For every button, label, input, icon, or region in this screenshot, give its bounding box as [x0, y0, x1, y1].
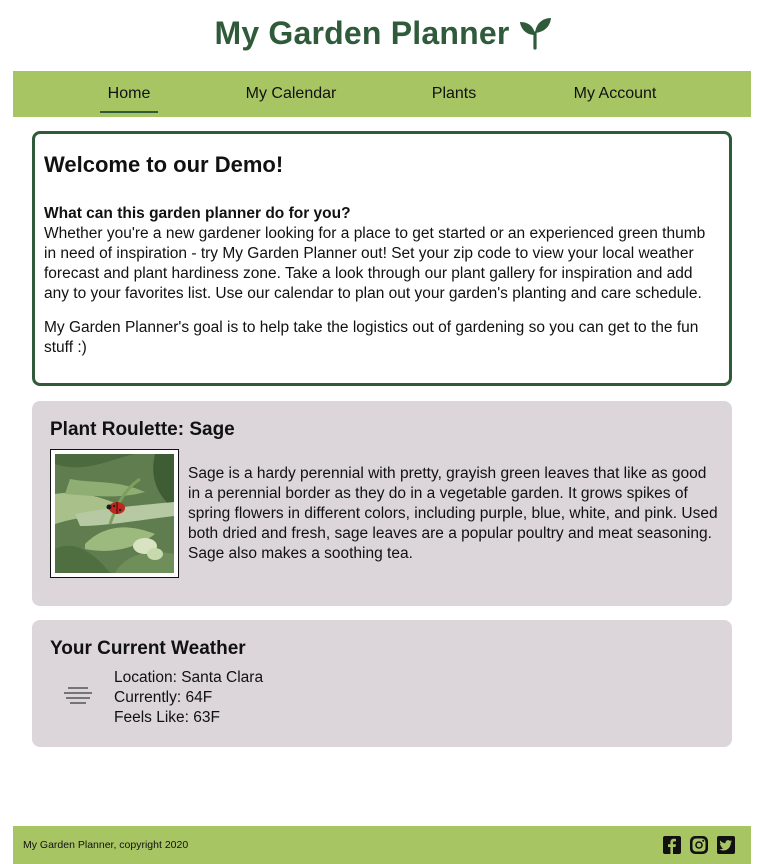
plant-image-frame [50, 449, 179, 578]
twitter-icon[interactable] [716, 835, 736, 855]
facebook-icon[interactable] [662, 835, 682, 855]
site-title: My Garden Planner [214, 14, 510, 51]
plant-roulette-card: Plant Roulette: Sage Sage is a hardy per… [32, 401, 732, 606]
sage-ladybug-photo [55, 454, 174, 573]
copyright-text: My Garden Planner, copyright 2020 [23, 839, 189, 851]
weather-card: Your Current Weather Location: Santa Cla… [32, 620, 732, 747]
welcome-panel: Welcome to our Demo! What can this garde… [32, 131, 732, 386]
weather-title: Your Current Weather [50, 638, 246, 659]
nav-my-calendar[interactable]: My Calendar [239, 71, 343, 117]
nav-my-account[interactable]: My Account [564, 71, 666, 117]
weather-feels-like: Feels Like: 63F [114, 709, 220, 726]
plant-description: Sage is a hardy perennial with pretty, g… [188, 465, 718, 562]
sprout-icon [519, 18, 551, 50]
fog-icon [64, 687, 92, 704]
weather-location: Location: Santa Clara [114, 669, 264, 686]
welcome-paragraph-1: Whether you're a new gardener looking fo… [44, 225, 706, 302]
welcome-question: What can this garden planner do for you? [44, 205, 351, 222]
instagram-icon[interactable] [689, 835, 709, 855]
welcome-heading: Welcome to our Demo! [44, 152, 284, 177]
site-footer: My Garden Planner, copyright 2020 [13, 826, 751, 864]
nav-home[interactable]: Home [100, 71, 158, 117]
weather-current-temp: Currently: 64F [114, 689, 213, 706]
site-header: My Garden Planner [0, 10, 766, 56]
welcome-paragraph-2: My Garden Planner's goal is to help take… [44, 319, 699, 356]
nav-plants[interactable]: Plants [422, 71, 486, 117]
main-nav: Home My Calendar Plants My Account [13, 71, 751, 117]
weather-details: Location: Santa Clara Currently: 64F Fee… [114, 668, 263, 728]
plant-roulette-title: Plant Roulette: Sage [50, 419, 235, 440]
